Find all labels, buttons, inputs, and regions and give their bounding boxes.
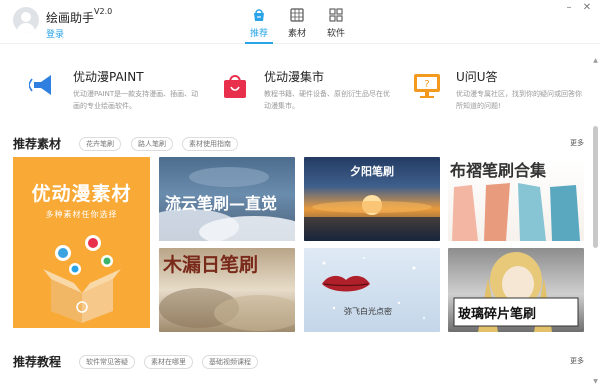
featured-title: 优动漫素材: [31, 183, 132, 205]
material-card-cloud-brush[interactable]: 流云笔刷—直觉: [159, 157, 295, 241]
app-version: V2.0: [94, 7, 113, 16]
material-card-sparkle-brush[interactable]: 弥飞白光点密: [304, 248, 440, 332]
card-title: 弥飞白光点密: [344, 307, 392, 316]
section-title-materials: 推荐素材: [13, 137, 62, 151]
section-title-tutorials: 推荐教程: [13, 355, 62, 369]
lips-art: [322, 257, 425, 319]
tag-software-faq[interactable]: 软件常见答疑: [79, 355, 135, 369]
more-materials-link[interactable]: 更多: [570, 138, 584, 148]
scroll-down-arrow-icon[interactable]: ▼: [591, 378, 600, 386]
product-youdongman-paint[interactable]: 优动漫PAINT 优动漫PAINT是一款支持漫画、插画、动画的专业绘画软件。: [29, 64, 209, 114]
tab-material-label: 素材: [287, 29, 306, 39]
svg-text:?: ?: [424, 79, 429, 90]
login-link[interactable]: 登录: [46, 27, 64, 40]
app-header: 绘画助手 V2.0 登录 推荐 素材 软件 – ✕: [0, 0, 600, 44]
recommend-icon: [254, 9, 264, 21]
tab-material[interactable]: 素材: [277, 8, 317, 44]
material-card-sunset-brush[interactable]: 夕阳笔刷: [304, 157, 440, 241]
more-tutorials-link[interactable]: 更多: [570, 356, 584, 366]
product-desc: 优动漫专属社区，找到你的疑问或回答你所知道的问题!: [456, 90, 582, 110]
tag-passerby-brush[interactable]: 路人笔刷: [131, 137, 173, 151]
minimize-button[interactable]: –: [562, 2, 576, 14]
card-title: 木漏日笔刷: [163, 254, 259, 276]
card-title: 玻璃碎片笔刷: [458, 307, 537, 322]
card-title: 布褶笔刷合集: [450, 161, 547, 180]
tag-basic-video-course[interactable]: 基础视频课程: [202, 355, 258, 369]
tag-where-materials[interactable]: 素材在哪里: [144, 355, 193, 369]
card-title: 夕阳笔刷: [350, 165, 394, 178]
material-icon: [290, 8, 304, 22]
tab-recommend[interactable]: 推荐: [239, 8, 279, 44]
product-desc: 优动漫PAINT是一款支持漫画、插画、动画的专业绘画软件。: [73, 90, 199, 110]
tab-recommend-label: 推荐: [249, 29, 268, 39]
product-name: 优动漫集市: [264, 70, 325, 84]
megaphone-icon: [29, 75, 51, 95]
featured-material-card[interactable]: 优动漫素材 多种素材任你选择: [13, 157, 150, 328]
open-box-icon: [43, 235, 121, 323]
product-uwenuda[interactable]: ? U问U答 优动漫专属社区，找到你的疑问或回答你所知道的问题!: [412, 64, 592, 114]
card-title: 流云笔刷—直觉: [165, 194, 278, 213]
product-name: U问U答: [456, 70, 498, 84]
product-youdongman-market[interactable]: 优动漫集市 教程书籍、硬件设备、原创衍生品尽在优动漫集市。: [220, 64, 400, 114]
scroll-up-arrow-icon[interactable]: ▲: [591, 57, 600, 65]
avatar[interactable]: [13, 7, 39, 33]
product-name: 优动漫PAINT: [73, 70, 144, 84]
tag-flower-brush[interactable]: 花卉笔刷: [79, 137, 121, 151]
featured-subtitle: 多种素材任你选择: [45, 210, 118, 219]
material-card-komorebi-brush[interactable]: 木漏日笔刷: [159, 248, 295, 332]
software-icon: [329, 8, 343, 22]
scrollbar-thumb[interactable]: [593, 126, 598, 248]
tab-software[interactable]: 软件: [316, 8, 356, 44]
shopping-bag-icon: [224, 75, 246, 98]
close-button[interactable]: ✕: [580, 2, 594, 14]
product-desc: 教程书籍、硬件设备、原创衍生品尽在优动漫集市。: [264, 90, 390, 110]
material-card-glass-brush[interactable]: 玻璃碎片笔刷: [448, 248, 584, 332]
qa-monitor-icon: ?: [414, 74, 440, 98]
tab-software-label: 软件: [326, 29, 345, 39]
material-card-fold-brush[interactable]: 布褶笔刷合集: [448, 157, 584, 241]
tag-material-guide[interactable]: 素材使用指南: [182, 137, 238, 151]
app-title: 绘画助手: [46, 11, 95, 25]
